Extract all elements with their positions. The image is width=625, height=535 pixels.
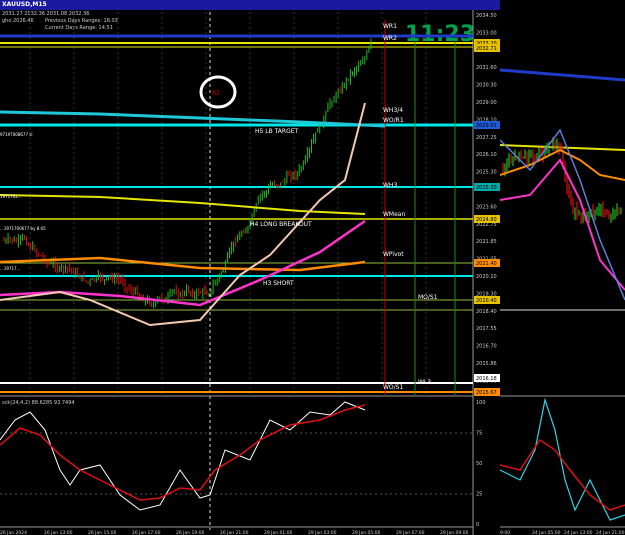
price-tick-label: 2034.50 (476, 13, 497, 19)
oscillator-level-label: 100 (476, 400, 486, 406)
side-time-label: 24 Jan 13:00 (564, 530, 593, 535)
order-tag: ...19717... (0, 266, 20, 271)
main-chart-window[interactable]: XAUUSD,M15 2031.27 2032.36 2031.08 2032.… (0, 0, 500, 535)
price-chart[interactable]: 2034.502033.002032.202031.602030.302029.… (0, 0, 500, 535)
oscillator-level-label: 0 (476, 522, 479, 528)
level-label: WPivot (383, 251, 404, 258)
oscillator-slow-line (0, 404, 366, 501)
level-label: WH3 (383, 182, 397, 189)
price-tick-label: 2016.70 (476, 344, 497, 350)
time-tick-label: 29 Jan 05:00 (352, 530, 381, 535)
price-tick-label: 2033.00 (476, 30, 497, 36)
price-box-label: 2025.30 (476, 185, 497, 191)
price-box-label: 2029.01 (476, 123, 497, 129)
price-tick-label: 2031.60 (476, 65, 497, 71)
price-box-label: 2020.40 (476, 298, 497, 304)
time-tick-label: 26 Jan 15:00 (88, 530, 117, 535)
order-tag: 97197008677 sl (0, 132, 32, 137)
oscillator-label: sck(24,4,2) 88.6285 93.7494 (2, 400, 75, 406)
oscillator-level-label: 75 (476, 431, 482, 437)
level-label: H3 SHORT (263, 280, 294, 287)
price-box-label: 2015.67 (476, 390, 497, 396)
time-tick-label: 26 Jan 2024 (0, 530, 27, 535)
price-tick-label: 2027.25 (476, 135, 497, 141)
side-oscillator-slow (500, 438, 625, 511)
level-label: WL3 (418, 379, 431, 386)
price-tick-label: 2015.86 (476, 361, 497, 367)
oscillator-level-label: 50 (476, 461, 482, 467)
side-time-label: 24 Jan 21:00 (596, 530, 625, 535)
level-label: WR2 (383, 35, 397, 42)
price-box-label: 2024.80 (476, 217, 497, 223)
side-chart-window[interactable]: 9:00 24 Jan 05:00 24 Jan 13:00 24 Jan 21:00 (500, 0, 625, 535)
price-tick-label: 2025.30 (476, 170, 497, 176)
time-tick-label: 29 Jan 03:00 (308, 530, 337, 535)
annotation-text: R2 (212, 90, 220, 97)
time-tick-label: 26 Jan 19:00 (176, 530, 205, 535)
price-box-label: 2021.40 (476, 261, 497, 267)
price-tick-label: 2026.10 (476, 152, 497, 158)
time-tick-label: 29 Jan 01:00 (264, 530, 293, 535)
side-price-chart[interactable]: 9:00 24 Jan 05:00 24 Jan 13:00 24 Jan 21:00 (500, 0, 625, 535)
price-tick-label: 2029.00 (476, 100, 497, 106)
side-level-blue (500, 68, 625, 82)
price-box-label: 2032.71 (476, 46, 497, 52)
price-tick-label: 2017.55 (476, 326, 497, 332)
order-tag: ...1971700677 by 8.05 (0, 226, 46, 231)
price-tick-label: 2021.85 (476, 239, 497, 245)
oscillator-level-label: 25 (476, 492, 482, 498)
time-tick-label: 26 Jan 21:00 (220, 530, 249, 535)
price-tick-label: 2018.40 (476, 309, 497, 315)
side-ma-magenta (500, 158, 625, 291)
order-tag: 1971702... (0, 194, 22, 199)
level-label: H5 LB TARGET (255, 128, 299, 135)
time-tick-label: 29 Jan 07:00 (396, 530, 425, 535)
side-time-label: 9:00 (500, 530, 510, 535)
level-label: WR1 (383, 23, 397, 30)
time-tick-label: 26 Jan 17:00 (132, 530, 161, 535)
time-tick-label: 26 Jan 13:00 (44, 530, 73, 535)
price-tick-label: 2030.30 (476, 83, 497, 89)
level-label: H4 LONG BREAKOUT (250, 221, 312, 228)
level-label: MO/S1 (418, 294, 438, 301)
level-label: WH3/4 (383, 107, 403, 114)
price-tick-label: 2020.10 (476, 274, 497, 280)
time-tick-label: 29 Jan 09:00 (440, 530, 469, 535)
price-tick-label: 2023.60 (476, 204, 497, 210)
level-label: WMean (383, 211, 405, 218)
price-box-label: 2016.18 (476, 376, 497, 382)
level-label: WO/R1 (383, 117, 404, 124)
side-time-label: 24 Jan 05:00 (532, 530, 561, 535)
level-label: WO/S1 (383, 384, 403, 391)
